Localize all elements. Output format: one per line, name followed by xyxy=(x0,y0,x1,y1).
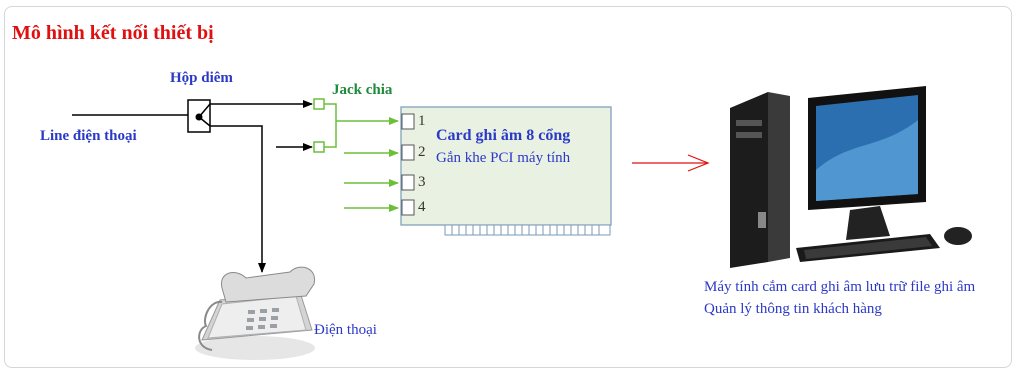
card-title: Card ghi âm 8 cổng xyxy=(436,127,571,144)
desk-phone-image xyxy=(195,266,316,360)
wire-to-jack xyxy=(198,100,313,118)
port-number-2: 2 xyxy=(418,144,426,160)
port-number-1: 1 xyxy=(418,113,426,129)
computer-tower-image xyxy=(730,92,790,268)
computer-caption-line1: Máy tính cắm card ghi âm lưu trữ file gh… xyxy=(704,279,976,295)
wire-to-phone xyxy=(198,116,266,273)
jack-splitter-label: Jack chia xyxy=(332,82,393,98)
desk-phone-label: Điện thoại xyxy=(314,322,377,338)
mouse-image xyxy=(944,227,972,245)
port-number-3: 3 xyxy=(418,174,426,190)
red-arrow xyxy=(632,154,710,172)
keyboard-image xyxy=(796,234,940,262)
monitor-image xyxy=(808,86,926,240)
junction-box-label: Hộp diêm xyxy=(170,70,233,86)
port-number-4: 4 xyxy=(418,199,426,215)
jack-splitter xyxy=(313,98,344,153)
computer-caption-line2: Quản lý thông tin khách hàng xyxy=(704,301,882,317)
card-subtitle: Gắn khe PCI máy tính xyxy=(436,150,571,166)
phone-line-label: Line điện thoại xyxy=(40,128,137,144)
